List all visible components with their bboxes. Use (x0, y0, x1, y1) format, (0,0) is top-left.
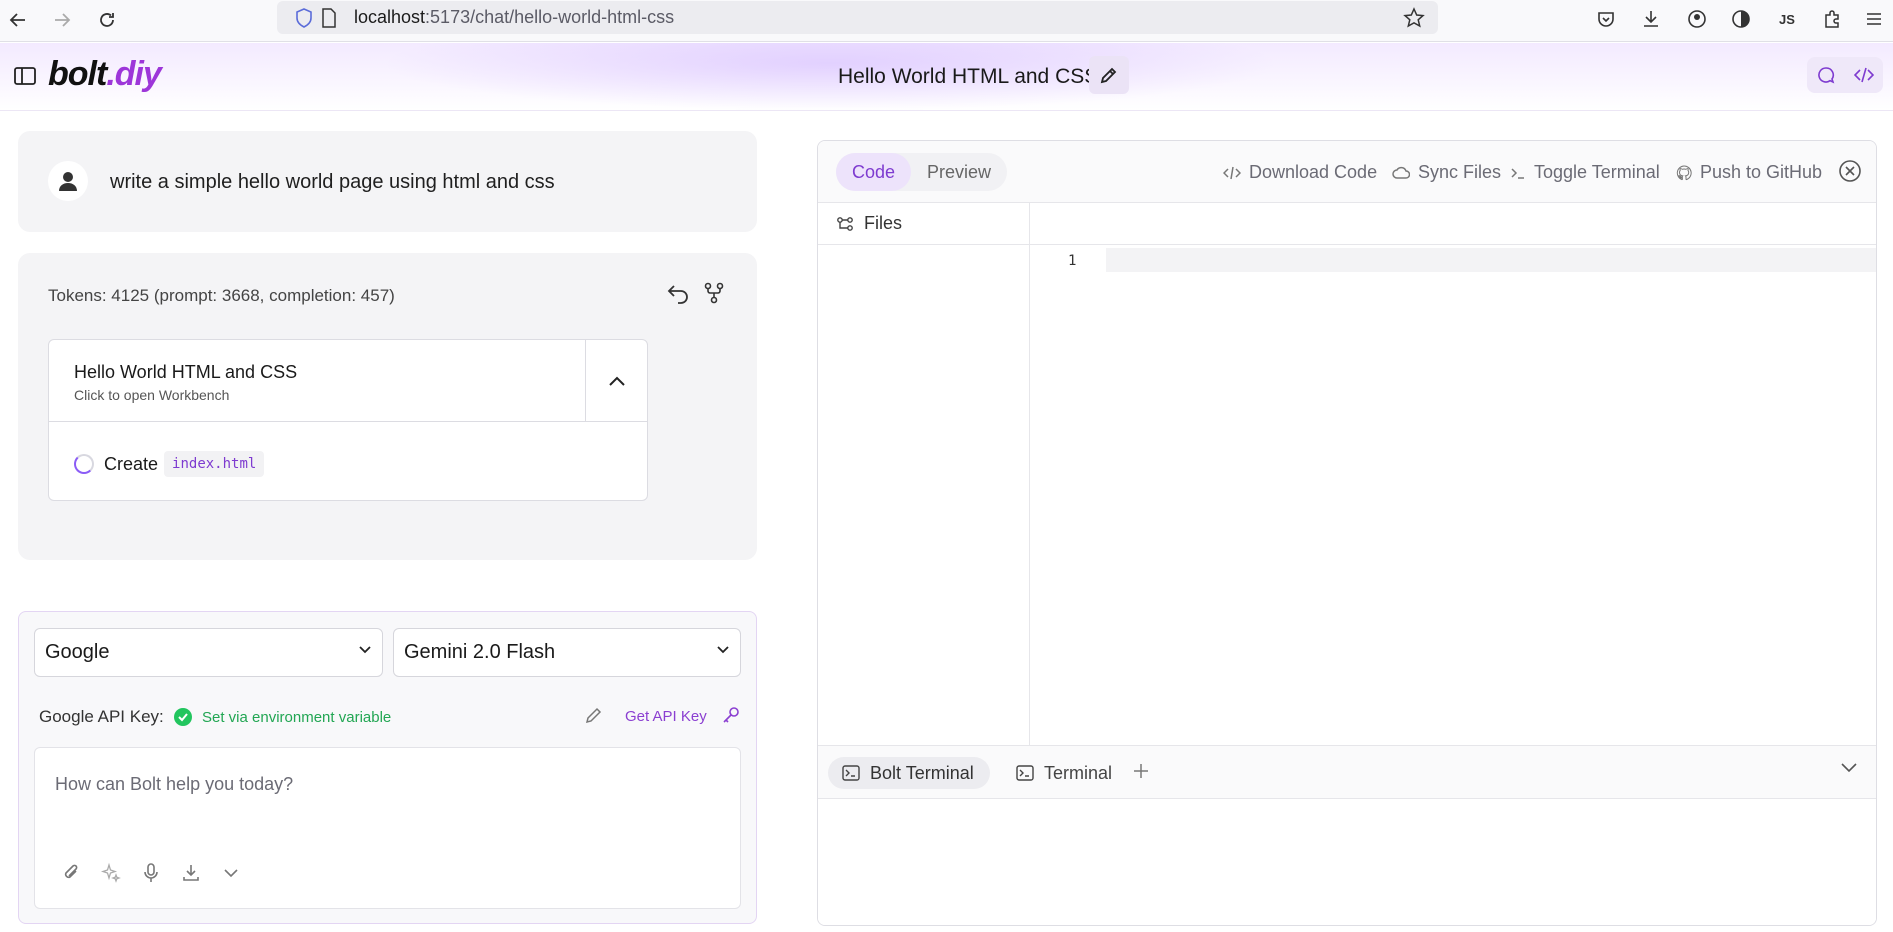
action-file-chip[interactable]: index.html (164, 451, 265, 477)
chevron-up-icon (609, 376, 625, 386)
terminal-prompt-icon (1511, 167, 1524, 179)
artifact-subtitle: Click to open Workbench (74, 387, 230, 403)
artifact-action: Create index.html (74, 451, 265, 477)
star-icon[interactable] (1403, 7, 1425, 34)
tab-preview[interactable]: Preview (911, 153, 1007, 191)
open-workbench-button[interactable]: Hello World HTML and CSS Click to open W… (49, 340, 586, 422)
chat-title: Hello World HTML and CSS (838, 65, 1099, 88)
code-icon (1223, 166, 1241, 179)
edit-title-button[interactable] (1089, 56, 1129, 94)
prompt-box: Google Gemini 2.0 Flash Google API Key: … (18, 611, 757, 924)
forward-icon[interactable] (47, 5, 77, 35)
close-workbench-icon[interactable] (1838, 159, 1864, 185)
api-key-label: Google API Key: (39, 707, 164, 726)
collapse-terminal-icon[interactable] (1840, 761, 1864, 785)
rewind-icon[interactable] (666, 281, 692, 307)
shield-icon (295, 8, 313, 33)
bolt-logo[interactable]: bolt.diy (48, 55, 162, 94)
view-toggle (1807, 57, 1883, 93)
download-icon[interactable] (1637, 5, 1665, 33)
puzzle-icon[interactable] (1818, 5, 1846, 33)
model-select[interactable]: Gemini 2.0 Flash (393, 628, 741, 677)
artifact-title: Hello World HTML and CSS (74, 362, 298, 382)
add-terminal-icon[interactable] (1131, 761, 1155, 785)
chat-view-icon[interactable] (1807, 57, 1845, 93)
chevron-down-icon (717, 646, 729, 654)
pencil-icon (1100, 67, 1117, 84)
action-verb: Create (104, 453, 159, 474)
browser-toolbar: localhost:5173/chat/hello-world-html-css… (0, 0, 1893, 42)
file-tree-icon (837, 216, 853, 231)
terminal-icon (1016, 765, 1034, 781)
menu-icon[interactable] (1860, 5, 1888, 33)
back-icon[interactable] (3, 5, 33, 35)
terminal-bar: Bolt Terminal Terminal (818, 745, 1876, 799)
file-tree[interactable] (818, 245, 1030, 745)
app-header: bolt.diy Hello World HTML and CSS (0, 43, 1893, 111)
files-header: Files (818, 203, 1030, 245)
import-icon[interactable] (178, 860, 204, 886)
prompt-placeholder: How can Bolt help you today? (55, 774, 294, 794)
address-bar[interactable]: localhost:5173/chat/hello-world-html-css (277, 1, 1438, 34)
user-message-text: write a simple hello world page using ht… (110, 171, 555, 193)
user-avatar-icon (48, 161, 88, 201)
editor-tabs (1030, 203, 1876, 245)
cloud-icon (1392, 166, 1410, 179)
check-circle-icon (174, 708, 192, 726)
account-icon[interactable] (1683, 5, 1711, 33)
loading-spinner-icon (74, 454, 94, 474)
push-to-github-button[interactable]: Push to GitHub (1676, 162, 1822, 183)
tab-code[interactable]: Code (836, 153, 912, 191)
github-icon (1676, 164, 1692, 180)
download-code-button[interactable]: Download Code (1223, 162, 1377, 183)
url-text: localhost:5173/chat/hello-world-html-css (354, 7, 675, 27)
chevron-down-icon[interactable] (218, 860, 244, 886)
tab-terminal[interactable]: Terminal (1002, 757, 1128, 789)
sidebar-toggle-icon[interactable] (13, 64, 39, 90)
artifact-card: Hello World HTML and CSS Click to open W… (48, 339, 648, 501)
line-number: 1 (1068, 253, 1077, 269)
tab-bolt-terminal[interactable]: Bolt Terminal (828, 757, 990, 789)
collapse-artifact-button[interactable] (586, 340, 648, 422)
profile-initials[interactable]: JS (1773, 5, 1801, 33)
terminal-output[interactable] (818, 799, 1876, 925)
active-line (1106, 248, 1876, 272)
page-icon (321, 8, 337, 33)
sparkles-icon[interactable] (98, 860, 124, 886)
user-message: write a simple hello world page using ht… (18, 131, 757, 232)
fork-icon[interactable] (702, 281, 728, 307)
chevron-down-icon (359, 646, 371, 654)
sync-files-button[interactable]: Sync Files (1392, 162, 1501, 183)
provider-select[interactable]: Google (34, 628, 383, 677)
workbench: Code Preview Download Code Sync Files To… (817, 140, 1877, 926)
workbench-toolbar: Code Preview Download Code Sync Files To… (818, 141, 1876, 203)
token-usage: Tokens: 4125 (prompt: 3668, completion: … (48, 286, 395, 305)
assistant-message: Tokens: 4125 (prompt: 3668, completion: … (18, 253, 757, 560)
prompt-input[interactable]: How can Bolt help you today? (34, 747, 741, 909)
code-editor[interactable]: 1 (1030, 245, 1876, 745)
terminal-icon (842, 765, 860, 781)
reload-icon[interactable] (92, 5, 122, 35)
extension-icon[interactable] (1727, 5, 1755, 33)
workbench-tabs: Code Preview (836, 153, 1008, 191)
get-api-key-link[interactable]: Get API Key (625, 708, 707, 725)
pocket-icon[interactable] (1592, 5, 1620, 33)
paperclip-icon[interactable] (58, 860, 84, 886)
code-view-icon[interactable] (1845, 57, 1883, 93)
toggle-terminal-button[interactable]: Toggle Terminal (1510, 162, 1660, 183)
edit-api-key-icon[interactable] (584, 705, 606, 727)
key-icon[interactable] (721, 705, 743, 727)
microphone-icon[interactable] (138, 860, 164, 886)
api-key-status: Set via environment variable (202, 709, 392, 726)
